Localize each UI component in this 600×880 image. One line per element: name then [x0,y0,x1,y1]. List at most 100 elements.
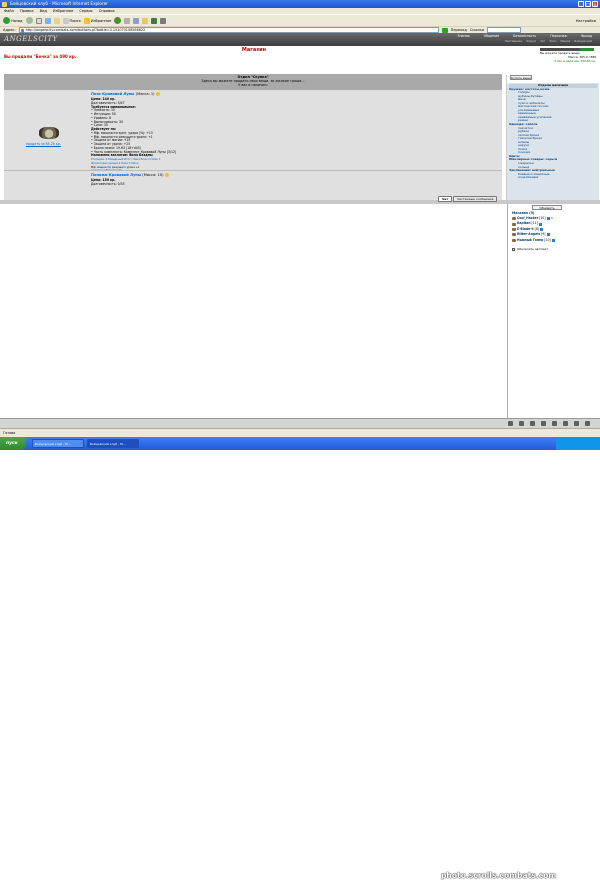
settings-button[interactable]: Настройки [576,19,596,23]
auto-refresh-checkbox[interactable] [512,247,515,251]
maximize-button[interactable]: □ [585,1,591,7]
user-list: Cool_Hacker [10] ✕ Kapitan [11] E-Blade-ll [8]… [512,216,555,243]
category-list: Отдела магазина Оружие: кастеты,ножи топо… [507,83,599,200]
money-readout: У вас в наличии: 420.83 кр. [554,58,596,63]
send-icon[interactable] [508,421,513,426]
nav-knowledge[interactable]: Знания [457,34,469,38]
address-bar: Адрес: http://angelscity.combats.com/but… [0,26,600,33]
close-button[interactable]: × [592,1,598,7]
private-chat-icon[interactable] [512,222,516,226]
shop-sidebar: Купить вещи Отдела магазина Оружие: каст… [506,75,599,200]
department-header: Отдел "Скупка" Здесь вы можете продать с… [4,74,502,90]
nav-character[interactable]: Персонаж [550,34,567,38]
mail-icon[interactable] [124,17,131,24]
chat-tabs: Чат Системные сообщения [438,196,498,202]
user-name[interactable]: Ньюный Гонер [517,238,543,243]
user-info-icon[interactable] [546,233,550,237]
game-header: ANGELSCITY Знания Общение Безопасность П… [0,33,600,46]
subnav-forum[interactable]: Форум [526,39,536,43]
list-item: продать за 65.25 кр. Пояс Кровавой Луны … [4,90,502,173]
subcategory-link[interactable]: исцеляющие [509,176,597,180]
nav-security[interactable]: Безопасность [513,34,536,38]
close-icon[interactable]: ✕ [551,216,554,221]
list-item: Поножи Кровавой Луны (Масса: 10) Цена: 1… [4,170,502,200]
subnav-chat[interactable]: Чат [540,39,545,43]
belt-item-image [39,127,59,139]
item-mass: (Масса: 10) [142,173,164,177]
back-arrow-icon [3,17,10,24]
star-icon [83,17,90,24]
go-button[interactable]: Переход [451,28,467,32]
item-name-link[interactable]: Поножи Кровавой Луны [91,173,141,177]
back-button[interactable]: Назад [3,17,23,24]
ie-icon [2,1,7,7]
private-chat-icon[interactable] [512,233,516,237]
user-row[interactable]: Ньюный Гонер [10] [512,238,555,243]
private-chat-icon[interactable] [512,238,516,242]
item-name-link[interactable]: Пояс Кровавой Луны [91,92,134,96]
weight-bar [540,48,594,51]
smile-icon[interactable] [519,421,524,426]
favorites-button[interactable]: Избранное [83,17,111,24]
online-panel: Обновить Магазин (5) Cool_Hacker [10] ✕ Kap… [508,204,600,418]
taskbar-item[interactable]: Бойцовский клуб - M... [87,439,139,448]
print-icon[interactable] [133,17,140,24]
refresh-icon[interactable] [44,17,51,24]
media-icon[interactable] [114,17,122,24]
folder-icon[interactable] [142,17,149,24]
exit-icon[interactable] [585,421,590,426]
taskbar: пуск Бойцовский клуб - M... Бойцовский к… [0,437,600,880]
buy-button[interactable]: Купить вещи [510,75,532,80]
messenger-icon[interactable] [151,17,158,24]
clear-icon[interactable] [530,421,535,426]
user-info-icon[interactable] [546,217,550,221]
contacts-icon[interactable] [574,421,579,426]
item-properties: Цена: 140 кр. Долговечность: 5/47 Требуетс… [91,97,176,173]
subnav-mentors[interactable]: Наставники [505,39,523,43]
settings-icon[interactable] [563,421,568,426]
user-level: [10] [544,237,551,242]
translit-icon[interactable] [552,421,557,426]
address-input[interactable]: http://angelscity.combats.com/buttons.pl… [18,27,439,33]
subnav-club[interactable]: Бойцовский [574,39,592,43]
stop-icon[interactable] [35,17,42,24]
info-icon[interactable] [155,92,160,96]
minimize-button[interactable]: _ [578,1,584,7]
chat-area[interactable] [0,204,508,418]
auto-refresh[interactable]: Обновлять автомат. [512,247,549,251]
home-icon[interactable] [53,17,60,24]
start-button[interactable]: пуск [0,437,26,450]
filter-icon[interactable] [541,421,546,426]
nav-communication[interactable]: Общение [484,34,500,38]
forward-arrow-icon[interactable] [25,17,33,24]
item-properties: Цена: 150 кр. Долговечность: 0/35 [91,178,125,187]
user-info-icon[interactable] [551,238,555,242]
status-bar: Готово [0,428,600,437]
tab-system-messages[interactable]: Системные сообщения [453,196,498,202]
search-button[interactable]: Поиск [62,17,81,24]
address-label: Адрес: [3,28,16,32]
tab-chat[interactable]: Чат [438,196,453,202]
item-property: Долговечность: 0/35 [91,181,125,186]
user-info-icon[interactable] [538,222,542,226]
go-arrow-icon[interactable] [441,27,448,33]
tools-icon[interactable] [160,17,167,24]
refresh-button[interactable]: Обновить [532,205,562,210]
search-icon [62,17,69,24]
info-icon[interactable] [164,173,169,177]
private-chat-icon[interactable] [512,228,516,232]
private-chat-icon[interactable] [512,217,516,221]
subnav-logs[interactable]: Логи [549,39,556,43]
room-title: Магазин (5) [512,211,535,215]
nav-exit[interactable]: Выход [581,34,592,38]
taskbar-item[interactable]: Бойцовский клуб - M... [32,439,84,448]
money-info: Вы можете продать вещи Масса: 365.0 / 88… [540,48,596,63]
game-nav: Знания Общение Безопасность Персонаж Вых… [457,34,592,38]
sell-link[interactable]: продать за 65.25 кр. [26,142,61,146]
tray-clock [556,437,600,450]
links-button[interactable]: Ссылки [470,28,484,32]
user-info-icon[interactable] [540,228,544,232]
google-search-input[interactable] [486,27,521,33]
subnav-bag[interactable]: Мешок [560,39,570,43]
browser-toolbar: Назад Поиск Избранное Настройки [0,14,600,26]
